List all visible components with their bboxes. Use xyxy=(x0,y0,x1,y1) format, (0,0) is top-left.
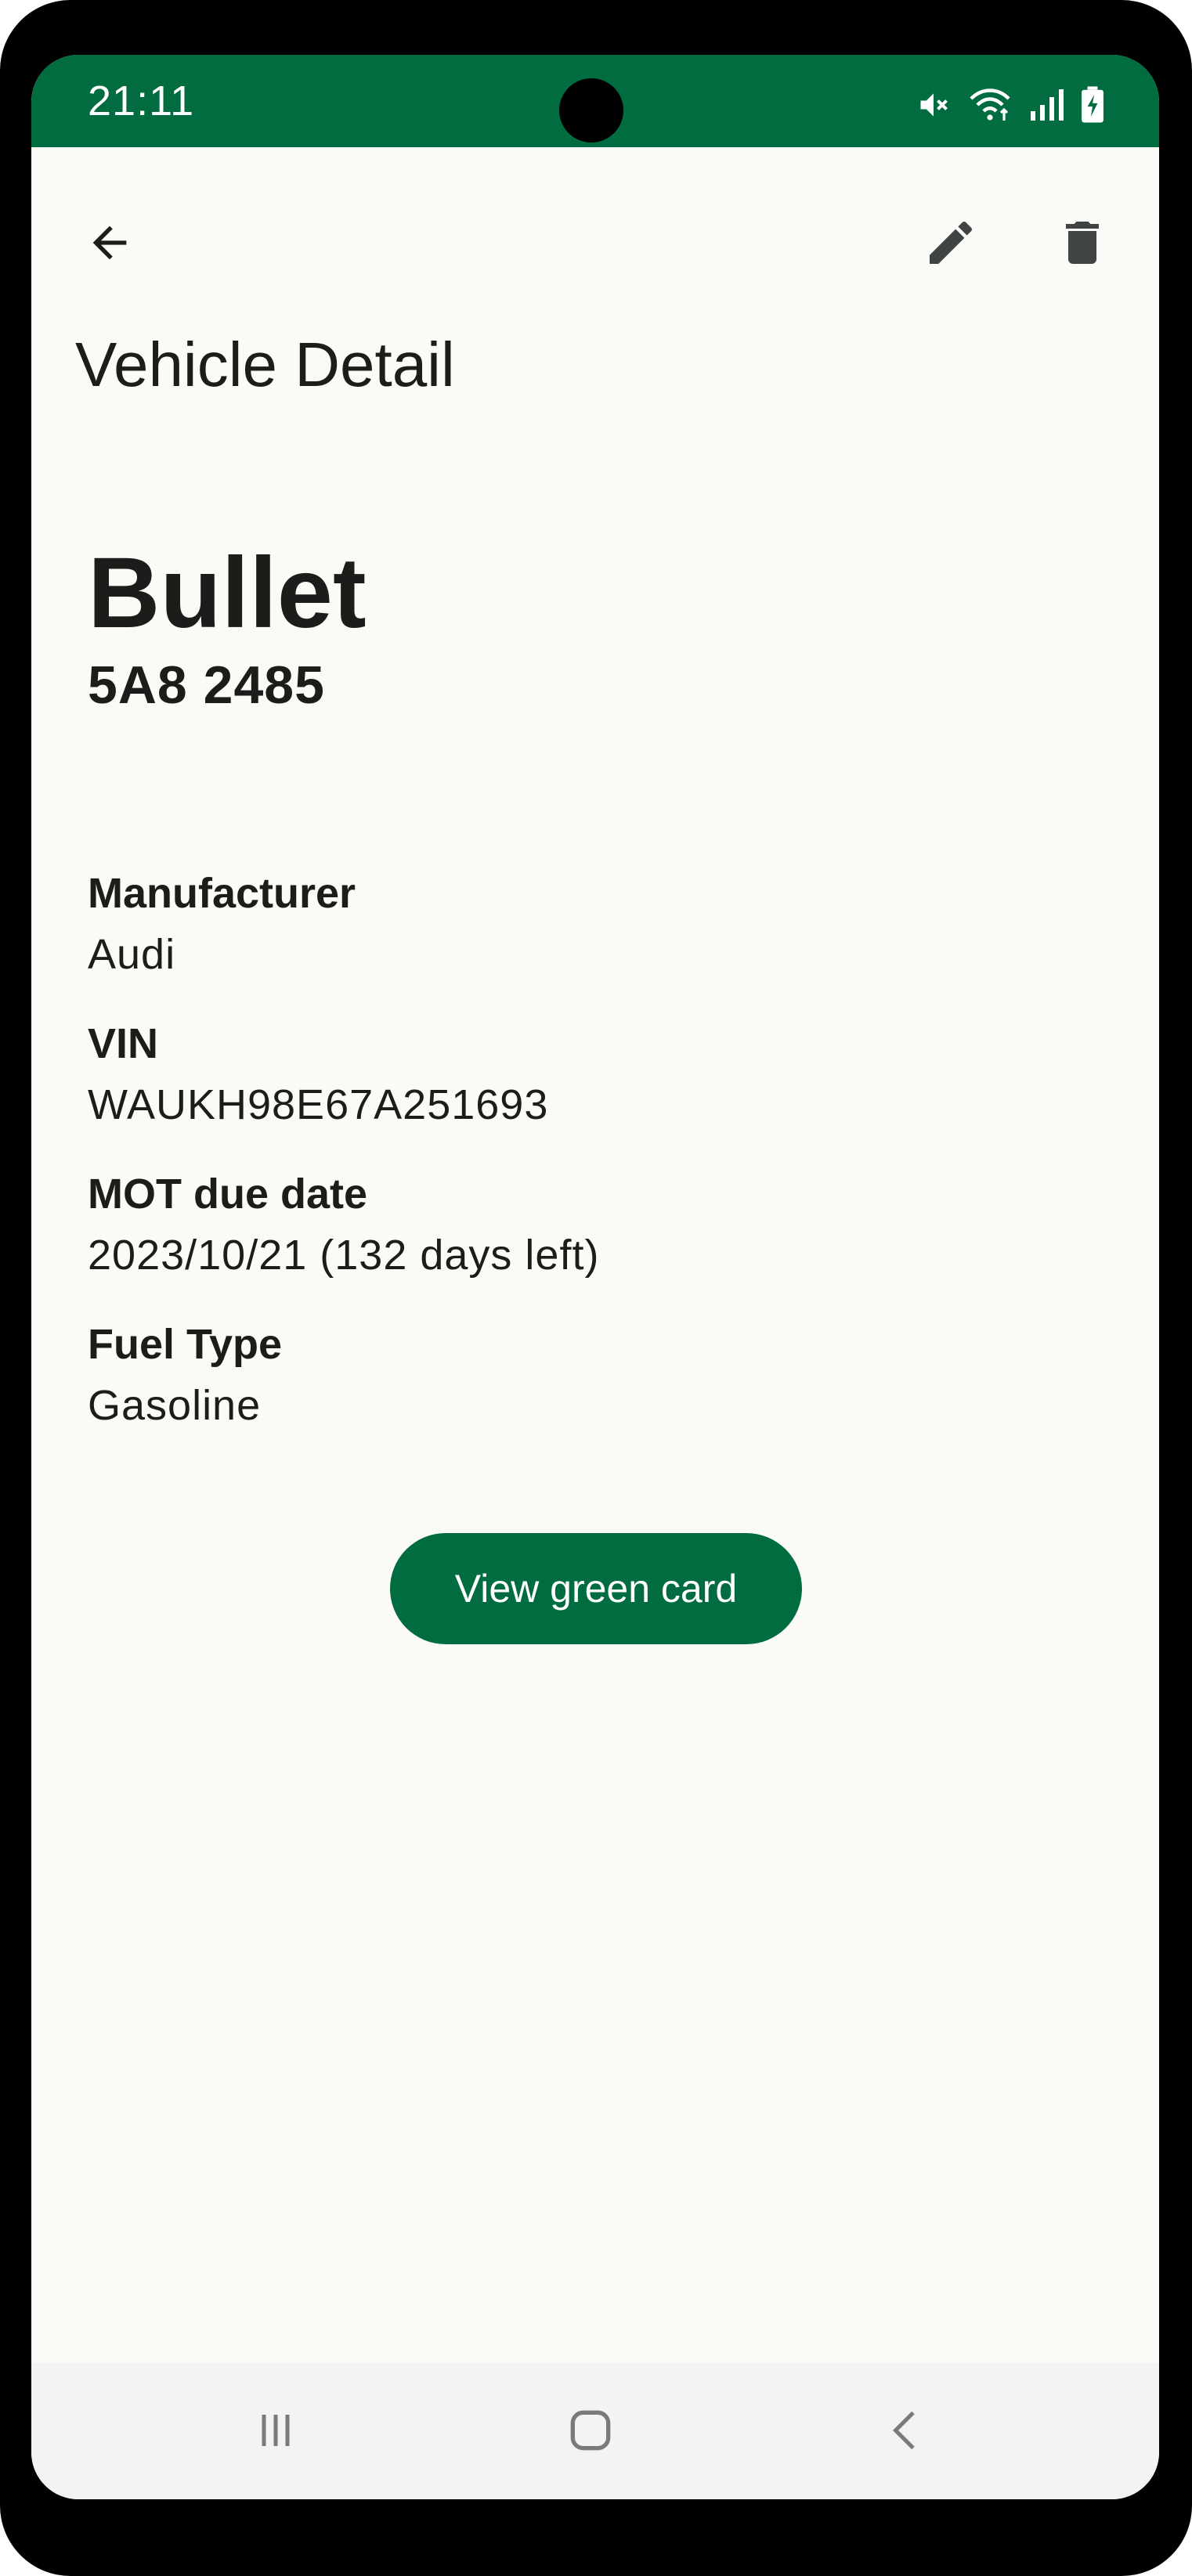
pencil-icon xyxy=(930,221,973,264)
status-icons xyxy=(916,86,1104,124)
fuel-type-value: Gasoline xyxy=(88,1382,262,1429)
back-icon xyxy=(892,2411,915,2450)
mute-icon xyxy=(916,88,951,122)
mot-due-date-label: MOT due date xyxy=(88,1171,368,1218)
delete-button[interactable] xyxy=(1035,196,1129,290)
edit-button[interactable] xyxy=(904,196,998,290)
wifi-icon xyxy=(968,88,1012,122)
vin-value: WAUKH98E67A251693 xyxy=(88,1081,549,1128)
status-bar: 21:11 xyxy=(31,55,1159,147)
manufacturer-value: Audi xyxy=(88,931,176,978)
signal-icon xyxy=(1029,88,1064,122)
home-icon xyxy=(570,2410,611,2451)
fuel-type-label: Fuel Type xyxy=(88,1321,283,1368)
system-nav-bar xyxy=(31,2363,1159,2499)
recents-icon xyxy=(262,2415,290,2446)
battery-charging-icon xyxy=(1081,86,1104,124)
camera-cutout xyxy=(559,78,623,143)
device-frame: 21:11 Vehicle Detail Bullet 5A8 2485 Man… xyxy=(0,0,1192,2576)
screen: 21:11 Vehicle Detail Bullet 5A8 2485 Man… xyxy=(31,55,1159,2499)
nav-back-button[interactable] xyxy=(858,2391,952,2470)
vehicle-plate: 5A8 2485 xyxy=(88,655,325,715)
view-green-card-button[interactable]: View green card xyxy=(390,1533,802,1644)
status-time: 21:11 xyxy=(88,78,195,124)
trash-icon xyxy=(1066,222,1099,264)
manufacturer-label: Manufacturer xyxy=(88,870,356,917)
home-button[interactable] xyxy=(544,2391,638,2470)
back-button[interactable] xyxy=(63,196,157,290)
recents-button[interactable] xyxy=(229,2391,323,2470)
arrow-back-icon xyxy=(92,225,127,260)
mot-due-date-value: 2023/10/21 (132 days left) xyxy=(88,1232,600,1279)
page-title: Vehicle Detail xyxy=(75,330,455,399)
app-bar xyxy=(31,147,1159,288)
vehicle-name: Bullet xyxy=(88,537,367,649)
vin-label: VIN xyxy=(88,1020,159,1067)
